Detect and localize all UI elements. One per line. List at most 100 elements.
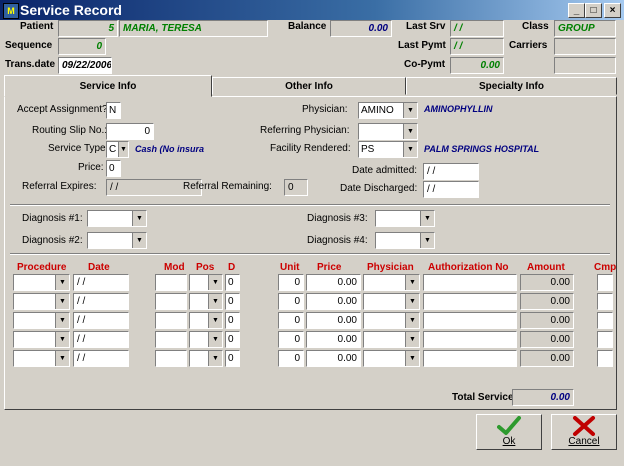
authorization-input[interactable]: [423, 293, 517, 310]
price-input[interactable]: 0.00: [306, 350, 361, 367]
ok-button[interactable]: Ok: [476, 414, 542, 450]
mod-input[interactable]: [155, 293, 187, 310]
balance-field: 0.00: [330, 20, 392, 37]
cmp-input[interactable]: [597, 274, 613, 291]
procedure-select[interactable]: ▼: [13, 331, 70, 348]
trans-date-input[interactable]: 09/22/2006: [58, 57, 112, 74]
close-button[interactable]: ×: [604, 3, 621, 18]
date-input[interactable]: / /: [73, 293, 129, 310]
diagnosis-1-select[interactable]: ▼: [87, 210, 147, 227]
date-input[interactable]: / /: [73, 312, 129, 329]
cmp-input[interactable]: [597, 350, 613, 367]
d-input[interactable]: 0: [225, 312, 240, 329]
cmp-input[interactable]: [597, 312, 613, 329]
tab-specialty-info[interactable]: Specialty Info: [406, 77, 617, 95]
accept-assignment-label: Accept Assignment?: [17, 104, 108, 115]
chevron-down-icon: ▼: [118, 142, 128, 157]
diagnosis-4-select[interactable]: ▼: [375, 232, 435, 249]
chevron-down-icon: ▼: [405, 275, 419, 290]
authorization-input[interactable]: [423, 331, 517, 348]
cancel-button[interactable]: Cancel: [551, 414, 617, 450]
d-input[interactable]: 0: [225, 331, 240, 348]
authorization-input[interactable]: [423, 350, 517, 367]
physician-select[interactable]: ▼: [363, 274, 420, 291]
physician-select[interactable]: ▼: [363, 350, 420, 367]
mod-input[interactable]: [155, 274, 187, 291]
unit-input[interactable]: 0: [278, 350, 304, 367]
cmp-input[interactable]: [597, 293, 613, 310]
unit-input[interactable]: 0: [278, 274, 304, 291]
d-input[interactable]: 0: [225, 350, 240, 367]
date-input[interactable]: / /: [73, 350, 129, 367]
patient-label: Patient: [20, 21, 54, 32]
physician-select[interactable]: ▼: [363, 312, 420, 329]
price-input[interactable]: 0: [106, 160, 121, 177]
chevron-down-icon: ▼: [403, 142, 417, 157]
maximize-button[interactable]: □: [585, 3, 602, 18]
accept-assignment-input[interactable]: N: [106, 102, 121, 119]
chevron-down-icon: ▼: [208, 332, 222, 347]
pos-select[interactable]: ▼: [189, 274, 223, 291]
physician-value: AMINO: [361, 105, 394, 116]
facility-select[interactable]: PS ▼: [358, 141, 418, 158]
facility-value: PS: [361, 144, 375, 155]
physician-select[interactable]: ▼: [363, 293, 420, 310]
price-input[interactable]: 0.00: [306, 312, 361, 329]
tab-other-info[interactable]: Other Info: [212, 77, 406, 95]
pos-select[interactable]: ▼: [189, 293, 223, 310]
d-input[interactable]: 0: [225, 274, 240, 291]
date-input[interactable]: / /: [73, 331, 129, 348]
authorization-input[interactable]: [423, 274, 517, 291]
authorization-input[interactable]: [423, 312, 517, 329]
col-cmp: Cmp: [594, 262, 617, 273]
date-discharged-input[interactable]: / /: [423, 181, 479, 198]
chevron-down-icon: ▼: [208, 275, 222, 290]
pos-select[interactable]: ▼: [189, 312, 223, 329]
diagnosis-3-select[interactable]: ▼: [375, 210, 435, 227]
physician-select[interactable]: AMINO ▼: [358, 102, 418, 119]
last-pymt-field: / /: [450, 38, 504, 55]
unit-input[interactable]: 0: [278, 331, 304, 348]
service-type-select[interactable]: C ▼: [106, 141, 129, 158]
physician-select[interactable]: ▼: [363, 331, 420, 348]
tab-service-info[interactable]: Service Info: [4, 75, 212, 97]
total-service-field: 0.00: [512, 389, 574, 406]
separator: [10, 204, 610, 206]
procedure-select[interactable]: ▼: [13, 293, 70, 310]
referral-expires-label: Referral Expires:: [22, 181, 97, 192]
pos-select[interactable]: ▼: [189, 350, 223, 367]
price-input[interactable]: 0.00: [306, 331, 361, 348]
price-input[interactable]: 0.00: [306, 293, 361, 310]
pos-select[interactable]: ▼: [189, 331, 223, 348]
referring-physician-select[interactable]: ▼: [358, 123, 418, 140]
mod-input[interactable]: [155, 331, 187, 348]
date-admitted-input[interactable]: / /: [423, 163, 479, 180]
chevron-down-icon: ▼: [405, 294, 419, 309]
class-label: Class: [522, 21, 549, 32]
d-input[interactable]: 0: [225, 293, 240, 310]
mod-input[interactable]: [155, 312, 187, 329]
col-price: Price: [317, 262, 342, 273]
unit-input[interactable]: 0: [278, 312, 304, 329]
amount-field: 0.00: [520, 350, 574, 367]
price-input[interactable]: 0.00: [306, 274, 361, 291]
chevron-down-icon: ▼: [405, 313, 419, 328]
col-pos: Pos: [196, 262, 215, 273]
date-input[interactable]: / /: [73, 274, 129, 291]
chevron-down-icon: ▼: [405, 351, 419, 366]
mod-input[interactable]: [155, 350, 187, 367]
patient-id-field: 5: [58, 20, 118, 37]
unit-input[interactable]: 0: [278, 293, 304, 310]
routing-slip-input[interactable]: 0: [106, 123, 154, 140]
minimize-button[interactable]: _: [568, 3, 585, 18]
cmp-input[interactable]: [597, 331, 613, 348]
carriers-field-2: [554, 57, 616, 74]
chevron-down-icon: ▼: [132, 211, 146, 226]
procedure-select[interactable]: ▼: [13, 312, 70, 329]
co-pymt-field: 0.00: [450, 57, 504, 74]
chevron-down-icon: ▼: [55, 294, 69, 309]
diagnosis-2-select[interactable]: ▼: [87, 232, 147, 249]
app-icon: M: [3, 3, 19, 19]
procedure-select[interactable]: ▼: [13, 350, 70, 367]
procedure-select[interactable]: ▼: [13, 274, 70, 291]
